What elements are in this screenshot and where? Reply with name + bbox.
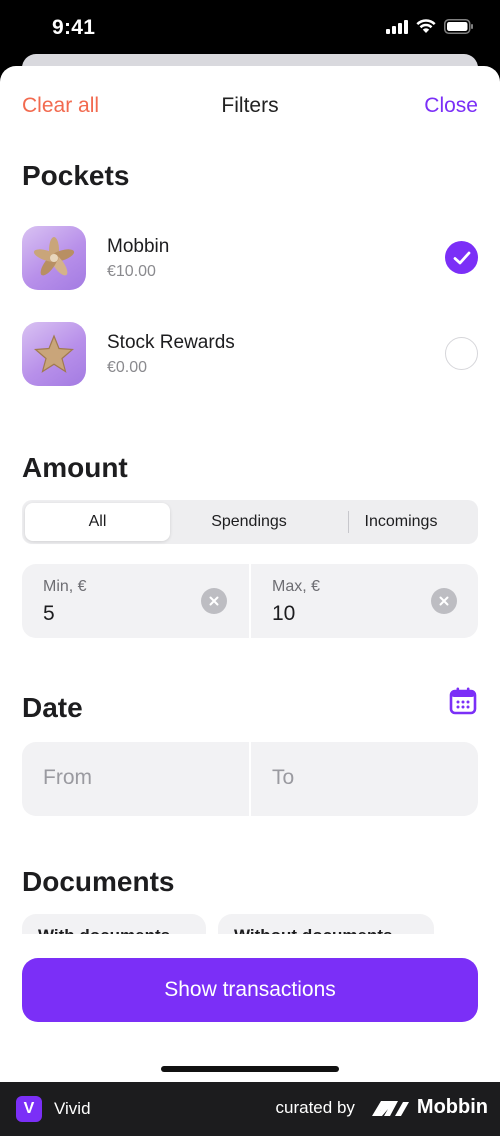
date-heading: Date	[22, 692, 83, 723]
pocket-item-stock-rewards[interactable]: Stock Rewards €0.00	[22, 322, 478, 386]
status-bar: 9:41	[0, 0, 500, 56]
battery-icon	[444, 19, 473, 34]
footer-bar: V Vivid curated by Mobbin	[0, 1082, 500, 1136]
app-name: Vivid	[54, 1099, 91, 1118]
checkmark-icon	[453, 251, 470, 264]
status-time: 9:41	[52, 16, 96, 39]
amount-range-fields: Min, € 5 Max, € 10	[22, 564, 478, 638]
star-icon	[34, 334, 74, 373]
cellular-signal-icon	[386, 19, 408, 34]
pockets-heading: Pockets	[22, 160, 130, 191]
segment-incomings[interactable]: Incomings	[327, 503, 475, 541]
clear-max-button[interactable]	[431, 588, 457, 614]
field-divider	[249, 564, 251, 638]
segment-spendings[interactable]: Spendings	[174, 503, 324, 541]
status-icons	[386, 19, 474, 34]
min-amount-label: Min, €	[43, 578, 87, 595]
curated-by-label: curated by	[275, 1097, 355, 1117]
vivid-logo: V	[16, 1096, 42, 1122]
filters-sheet: Clear all Filters Close Pockets Mobbin €…	[0, 66, 500, 1082]
max-amount-input[interactable]: 10	[272, 602, 295, 626]
min-amount-input[interactable]: 5	[43, 602, 55, 626]
field-divider	[249, 742, 251, 816]
wifi-icon	[416, 19, 436, 33]
pocket-thumbnail	[22, 226, 86, 290]
close-icon	[209, 596, 219, 606]
pocket-name: Stock Rewards	[107, 332, 235, 353]
checkbox-checked[interactable]	[445, 241, 478, 274]
close-button[interactable]: Close	[424, 94, 478, 118]
close-icon	[439, 596, 449, 606]
mobbin-name: Mobbin	[416, 1096, 488, 1118]
clear-min-button[interactable]	[201, 588, 227, 614]
pocket-amount: €0.00	[107, 359, 148, 376]
show-transactions-button[interactable]: Show transactions	[22, 958, 478, 1022]
nav-bar: Clear all Filters Close	[0, 90, 500, 122]
pocket-name: Mobbin	[107, 236, 170, 257]
date-to-input[interactable]: To	[272, 766, 294, 790]
app-brand: V Vivid	[16, 1096, 91, 1122]
mobbin-logo-icon	[371, 1100, 409, 1116]
pocket-amount: €10.00	[107, 263, 156, 280]
calendar-icon	[449, 687, 477, 715]
curated-by: curated by Mobbin	[276, 1096, 488, 1119]
amount-type-segmented-control: All Spendings Incomings	[22, 500, 478, 544]
mobbin-brand: Mobbin	[371, 1096, 488, 1119]
date-range-fields: From To	[22, 742, 478, 816]
pocket-item-mobbin[interactable]: Mobbin €10.00	[22, 226, 478, 290]
flower-icon	[33, 237, 75, 276]
date-from-input[interactable]: From	[43, 766, 92, 790]
checkbox-unchecked[interactable]	[445, 337, 478, 370]
pocket-thumbnail	[22, 322, 86, 386]
documents-heading: Documents	[22, 866, 175, 897]
home-indicator	[161, 1066, 339, 1072]
amount-heading: Amount	[22, 452, 128, 483]
calendar-button[interactable]	[448, 686, 478, 716]
max-amount-label: Max, €	[272, 578, 321, 595]
segment-all[interactable]: All	[25, 503, 170, 541]
